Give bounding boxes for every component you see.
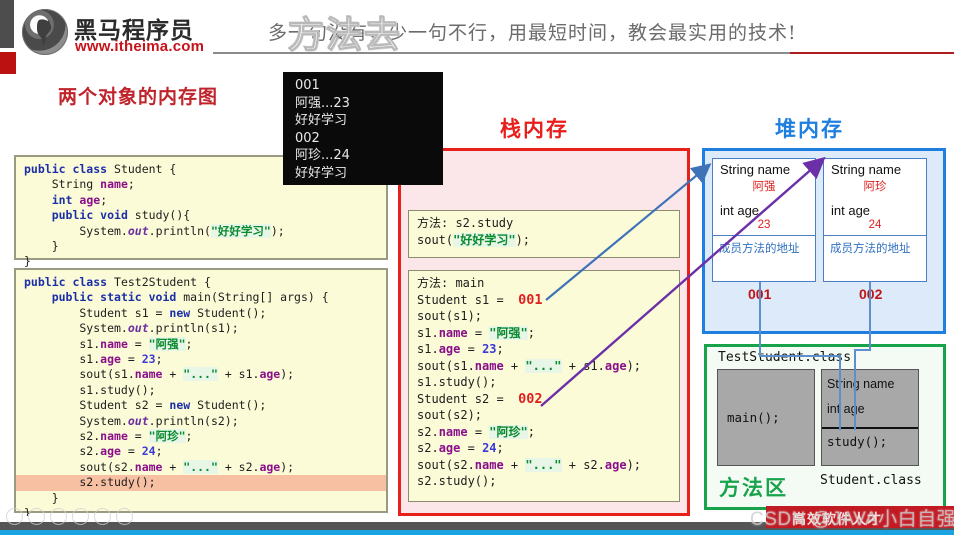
method-area-student-field-age: int age [827,402,865,416]
heap-object-001: String name 阿强 int age 23 成员方法的地址 [712,158,816,282]
header-divider-red [790,52,954,54]
presentation-toolbar[interactable] [6,508,133,525]
console-output-panel: 001 阿强...23 好好学习 002 阿珍...24 好好学习 [283,72,443,185]
console-line: 好好学习 [295,165,348,181]
header-overlay-text: 方法去 [287,15,403,57]
page-title: 两个对象的内存图 [58,87,219,108]
heap-obj2-field-age: int age [831,203,871,218]
heap-title: 堆内存 [775,118,844,141]
method-area-student-divider [822,427,918,429]
stack-frame-study: 方法: s2.study sout("好好学习"); [408,210,680,258]
heap-obj1-field-age: int age [720,203,760,218]
heap-obj1-id: 001 [748,286,772,302]
slide-canvas: 黑马程序员 www.itheima.com 多一句没有，少一句不行，用最短时间，… [0,0,954,535]
method-area-student-field-name: String name [827,377,895,391]
logo-url: www.itheima.com [75,38,205,55]
header-red-block [0,52,16,74]
more-options-icon[interactable] [116,508,133,525]
code-block-test: public class Test2Student { public stati… [14,268,388,520]
console-line: 阿强...23 [295,95,350,111]
console-line: 好好学习 [295,113,348,128]
method-area-studentclass-label: Student.class [820,473,922,488]
method-area-student-box: String name int age study(); [821,369,919,466]
method-area-main-label: main(); [727,410,780,425]
heap-obj2-value-age: 24 [868,219,882,231]
stack-address-s2: 002 [518,390,543,407]
heap-object-002: String name 阿珍 int age 24 成员方法的地址 [823,158,927,282]
heap-obj2-value-name: 阿珍 [863,181,887,193]
header-grey-block [0,0,14,48]
heap-obj2-method-address: 成员方法的地址 [830,243,911,255]
stack-frame-study-title: 方法: s2.study [417,216,514,230]
pen-icon[interactable] [50,508,67,525]
method-area-main-box: main(); [717,369,815,466]
method-area-testclass-label: TestStudent.class [718,350,852,365]
stack-title: 栈内存 [500,118,569,141]
prev-slide-icon[interactable] [6,508,23,525]
console-line: 阿珍...24 [295,148,350,163]
console-line: 002 [295,130,320,146]
heap-obj1-field-name: String name [720,162,791,177]
slides-grid-icon[interactable] [72,508,89,525]
console-line: 001 [295,78,320,93]
heap-obj2-field-name: String name [831,162,902,177]
heap-obj1-value-age: 23 [757,219,771,231]
next-slide-icon[interactable] [28,508,45,525]
heap-obj1-method-address: 成员方法的地址 [719,243,800,255]
heap-obj2-id: 002 [859,286,883,302]
itheima-logo: 黑马程序员 www.itheima.com [22,7,212,57]
zoom-icon[interactable] [94,508,111,525]
horse-glyph-icon [37,19,52,45]
method-area-student-method: study(); [827,434,888,449]
horse-logo-icon [22,9,68,55]
method-area-title: 方法区 [719,477,788,500]
csdn-watermark: CSDN @JAVA小白自强家 [750,509,954,530]
heap-obj1-value-name: 阿强 [752,181,776,193]
stack-frame-main: 方法: main Student s1 = 001 sout(s1); s1.n… [408,270,680,502]
stack-address-s1: 001 [518,291,543,308]
stack-frame-main-title: 方法: main [417,276,485,290]
